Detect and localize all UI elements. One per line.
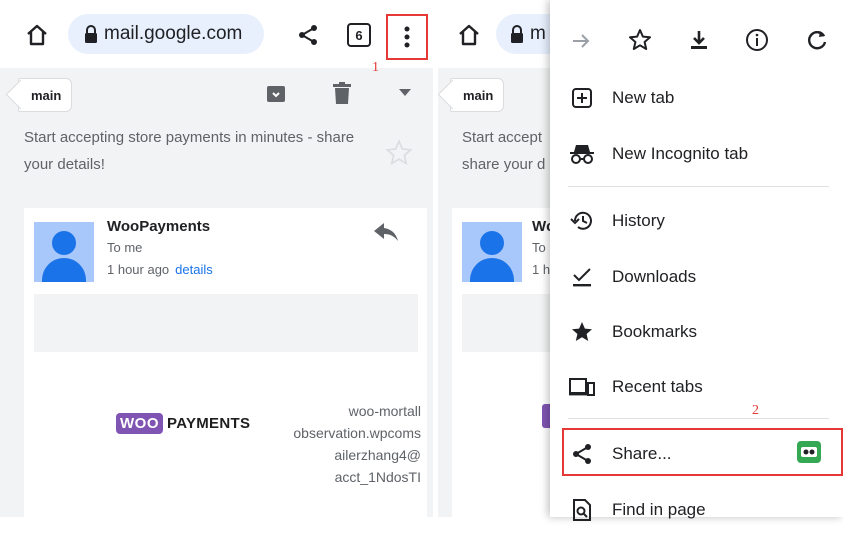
info-line: observation.wpcoms [293, 425, 421, 441]
lock-icon [84, 25, 98, 43]
menu-item-new-incognito-tab[interactable]: New Incognito tab [550, 128, 843, 180]
menu-item-new-tab[interactable]: New tab [550, 72, 843, 124]
recipient-text: To [532, 240, 546, 255]
info-icon[interactable] [744, 27, 770, 53]
subject-line: share your d [462, 156, 546, 173]
downloads-icon [568, 263, 596, 291]
account-info: woo-mortall observation.wpcoms ailerzhan… [293, 400, 421, 488]
lock-icon [510, 25, 524, 43]
bookmarks-star-icon [568, 318, 596, 346]
details-link[interactable]: details [175, 262, 213, 277]
label-chip-text: main [463, 87, 494, 103]
menu-item-label: New Incognito tab [612, 144, 749, 163]
history-icon [568, 207, 596, 235]
forward-icon[interactable] [568, 28, 594, 54]
url-text: m [530, 23, 546, 44]
email-card: WooPayments To me 1 hour ago details WOO … [24, 208, 427, 517]
overflow-menu: New tab New Incognito tab History Downlo… [550, 0, 843, 521]
star-icon[interactable] [384, 138, 414, 168]
payments-word: PAYMENTS [167, 415, 251, 432]
home-icon[interactable] [22, 22, 52, 48]
sender-name: WooPayments [107, 218, 211, 235]
download-icon[interactable] [686, 27, 712, 53]
reload-icon[interactable] [804, 27, 830, 53]
info-line: woo-mortall [348, 403, 421, 419]
recipient-text: To me [107, 240, 143, 255]
find-in-page-icon [568, 496, 596, 524]
step-number: 2 [752, 403, 759, 418]
avatar [462, 222, 522, 282]
incognito-icon [568, 140, 596, 168]
menu-item-history[interactable]: History [550, 195, 843, 247]
chevron-down-icon[interactable] [396, 84, 414, 102]
menu-item-label: Find in page [612, 500, 706, 519]
menu-item-label: New tab [612, 88, 675, 107]
step-number: 1 [372, 60, 379, 75]
woopayments-logo: WOO PAYMENTS [116, 413, 250, 434]
timestamp: 1 h [532, 262, 551, 277]
label-chip[interactable]: main [18, 78, 73, 112]
label-chip[interactable]: main [450, 78, 505, 112]
timestamp: 1 hour ago details [107, 262, 213, 277]
browser-toolbar: mail.google.com 6 [0, 0, 433, 68]
share-icon[interactable] [295, 22, 321, 48]
avatar [34, 222, 94, 282]
info-line: acct_1NdosTI [334, 469, 421, 485]
menu-divider [568, 186, 829, 187]
gmail-action-bar: main [10, 68, 433, 120]
menu-item-label: Downloads [612, 267, 697, 286]
woo-badge: WOO [116, 413, 163, 434]
menu-divider [568, 418, 829, 419]
menu-toolbar [550, 0, 843, 70]
omnibox[interactable]: mail.google.com [68, 14, 264, 54]
tab-count: 6 [355, 27, 363, 43]
recent-tabs-icon [568, 373, 596, 401]
subject-line: Start accept [462, 129, 543, 146]
delete-icon[interactable] [330, 80, 354, 106]
url-text: mail.google.com [104, 23, 243, 44]
highlight-box-share [562, 428, 843, 476]
new-tab-icon [568, 84, 596, 112]
email-subject: Start accepting store payments in minute… [24, 129, 355, 173]
email-preview-block [34, 294, 418, 352]
home-icon[interactable] [454, 22, 484, 48]
menu-item-find-in-page[interactable]: Find in page [550, 484, 843, 536]
info-line: ailerzhang4@ [334, 447, 421, 463]
bookmark-star-icon[interactable] [626, 26, 654, 54]
reply-icon[interactable] [372, 220, 400, 244]
menu-item-recent-tabs[interactable]: Recent tabs [550, 361, 843, 413]
menu-item-label: Bookmarks [612, 322, 698, 341]
menu-item-label: History [612, 211, 665, 230]
archive-icon[interactable] [264, 82, 288, 106]
menu-item-label: Recent tabs [612, 377, 703, 396]
menu-item-downloads[interactable]: Downloads [550, 251, 843, 303]
menu-item-bookmarks[interactable]: Bookmarks [550, 306, 843, 358]
tab-switcher-button[interactable]: 6 [347, 23, 371, 47]
time-text: 1 hour ago [107, 262, 170, 277]
highlight-box-menu [386, 14, 428, 60]
left-screenshot: mail.google.com 6 main Start accepting s… [0, 0, 433, 517]
email-subject: Start accept share your d [462, 124, 562, 178]
label-chip-text: main [31, 87, 62, 103]
